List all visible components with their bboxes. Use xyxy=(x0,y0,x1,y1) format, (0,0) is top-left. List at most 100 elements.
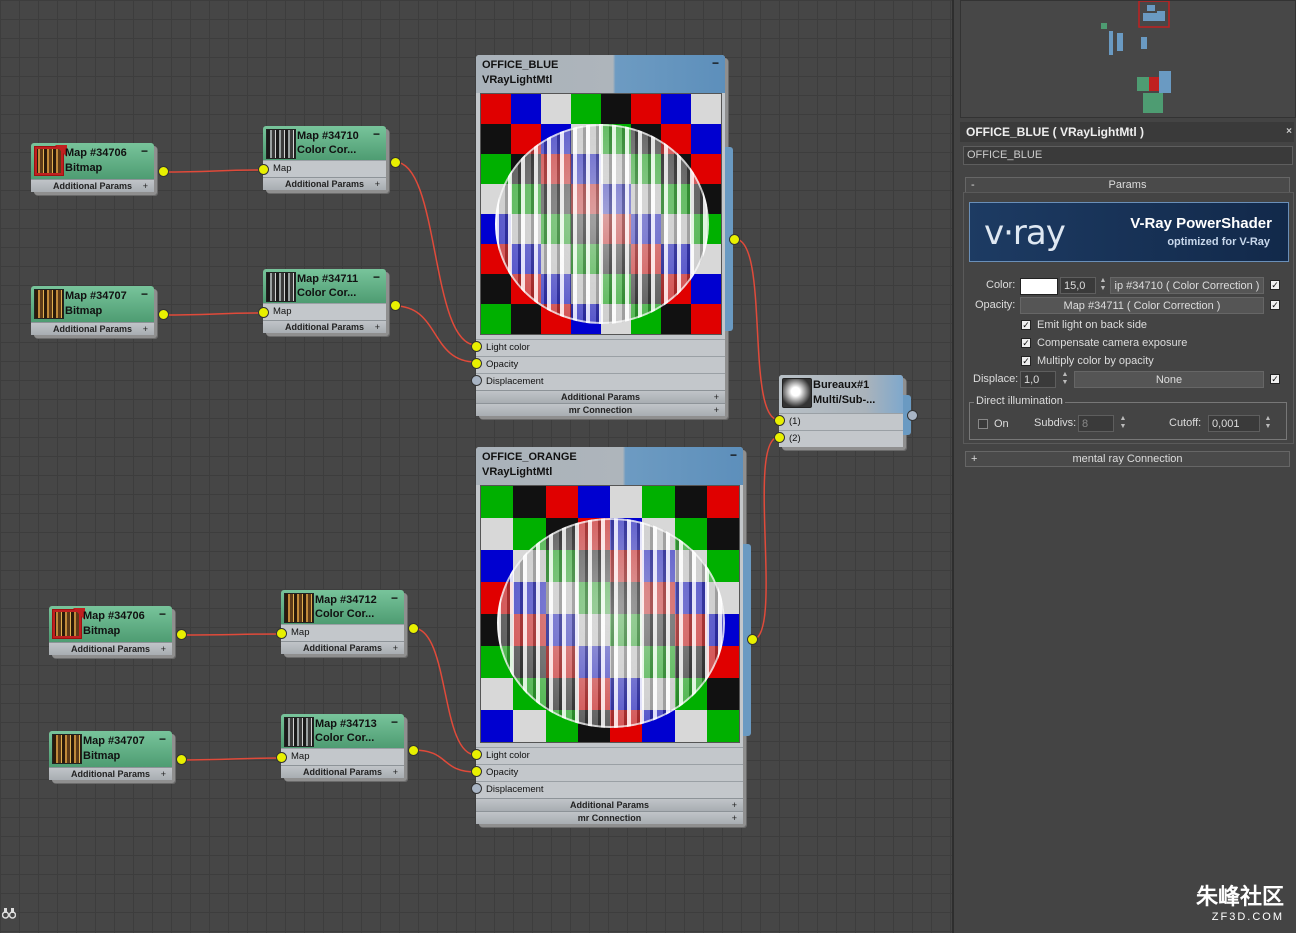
input-socket[interactable] xyxy=(276,752,287,763)
node-header[interactable]: Map #34707 Bitmap − xyxy=(31,286,154,322)
displace-map-enable-checkbox[interactable]: ✓ xyxy=(1270,374,1280,384)
collapse-icon[interactable]: − xyxy=(141,287,148,301)
light-color-slot[interactable]: Light color xyxy=(476,339,725,356)
multi-sub-material-node[interactable]: Bureaux#1 Multi/Sub-... (1) (2) xyxy=(774,375,918,447)
node-header[interactable]: OFFICE_BLUE VRayLightMtl − xyxy=(476,55,725,93)
color-multiplier-spinner[interactable]: ▲ ▼ xyxy=(1098,277,1108,294)
multiply-by-opacity-checkbox[interactable]: ✓ xyxy=(1021,356,1031,366)
expand-icon[interactable]: + xyxy=(161,643,166,655)
additional-params-rollout[interactable]: Additional Params + xyxy=(281,641,404,654)
collapse-icon[interactable]: − xyxy=(159,732,166,746)
node-header[interactable]: Map #34713 Color Cor... − xyxy=(281,714,404,748)
collapse-icon[interactable]: − xyxy=(141,144,148,158)
opacity-map-enable-checkbox[interactable]: ✓ xyxy=(1270,300,1280,310)
expand-icon[interactable]: + xyxy=(393,642,398,654)
subdivs-field[interactable]: 8 xyxy=(1078,415,1114,432)
material-name-field[interactable]: OFFICE_BLUE xyxy=(963,146,1293,165)
additional-params-rollout[interactable]: Additional Params + xyxy=(263,320,386,333)
opacity-map-button[interactable]: Map #34711 ( Color Correction ) xyxy=(1020,297,1264,314)
additional-params-rollout[interactable]: Additional Params + xyxy=(49,642,172,655)
expand-icon[interactable]: + xyxy=(375,321,380,333)
color-swatch[interactable] xyxy=(1020,278,1058,295)
node-header[interactable]: Map #34711 Color Cor... − xyxy=(263,269,386,303)
map-node-bitmap[interactable]: Map #34707 Bitmap − Additional Params + xyxy=(49,731,187,780)
cutoff-field[interactable]: 0,001 xyxy=(1208,415,1260,432)
additional-params-rollout[interactable]: Additional Params + xyxy=(476,390,725,403)
additional-params-rollout[interactable]: Additional Params + xyxy=(281,765,404,778)
input-socket[interactable] xyxy=(258,164,269,175)
output-socket[interactable] xyxy=(390,300,401,311)
expand-icon[interactable]: + xyxy=(143,180,148,192)
expand-icon[interactable]: + xyxy=(714,404,719,416)
collapse-icon[interactable]: − xyxy=(373,270,380,284)
direct-on-checkbox[interactable] xyxy=(978,419,988,429)
collapse-icon[interactable]: - xyxy=(971,178,975,192)
node-header[interactable]: Bureaux#1 Multi/Sub-... xyxy=(779,375,903,413)
sub-material-slot-2[interactable]: (2) xyxy=(779,430,903,447)
collapse-icon[interactable]: − xyxy=(391,591,398,605)
expand-icon[interactable]: + xyxy=(393,766,398,778)
output-socket[interactable] xyxy=(747,634,758,645)
opacity-slot[interactable]: Opacity xyxy=(476,764,743,781)
additional-params-rollout[interactable]: Additional Params + xyxy=(49,767,172,780)
input-socket[interactable] xyxy=(276,628,287,639)
input-socket[interactable] xyxy=(471,375,482,386)
output-socket[interactable] xyxy=(390,157,401,168)
map-node-bitmap[interactable]: Map #34706 Bitmap − Additional Params + xyxy=(31,143,169,192)
params-rollout[interactable]: - Params xyxy=(965,177,1290,193)
output-socket[interactable] xyxy=(158,166,169,177)
expand-icon[interactable]: + xyxy=(714,391,719,403)
displacement-slot[interactable]: Displacement xyxy=(476,781,743,798)
node-header[interactable]: Map #34706 Bitmap − xyxy=(49,606,172,642)
subdivs-spinner[interactable]: ▲ ▼ xyxy=(1118,415,1128,432)
binoculars-icon[interactable] xyxy=(1,906,17,920)
map-node-color-correction[interactable]: Map #34712 Color Cor... − Map Additional… xyxy=(276,590,419,654)
node-header[interactable]: OFFICE_ORANGE VRayLightMtl − xyxy=(476,447,743,485)
collapse-icon[interactable]: − xyxy=(730,448,737,462)
displace-map-button[interactable]: None xyxy=(1074,371,1264,388)
map-input-slot[interactable]: Map xyxy=(281,624,404,641)
opacity-slot[interactable]: Opacity xyxy=(476,356,725,373)
additional-params-rollout[interactable]: Additional Params + xyxy=(31,179,154,192)
map-node-color-correction[interactable]: Map #34711 Color Cor... − Map Additional… xyxy=(258,269,401,333)
displace-amount-field[interactable]: 1,0 xyxy=(1020,371,1056,388)
expand-icon[interactable]: + xyxy=(143,323,148,335)
output-socket[interactable] xyxy=(158,309,169,320)
output-socket[interactable] xyxy=(907,410,918,421)
output-socket[interactable] xyxy=(729,234,740,245)
light-color-slot[interactable]: Light color xyxy=(476,747,743,764)
input-socket[interactable] xyxy=(471,783,482,794)
map-input-slot[interactable]: Map xyxy=(263,160,386,177)
sub-material-slot-1[interactable]: (1) xyxy=(779,413,903,430)
node-header[interactable]: Map #34707 Bitmap − xyxy=(49,731,172,767)
map-input-slot[interactable]: Map xyxy=(263,303,386,320)
mental-ray-connection-rollout[interactable]: + mental ray Connection xyxy=(965,451,1290,467)
collapse-icon[interactable]: − xyxy=(373,127,380,141)
material-node-office-blue[interactable]: OFFICE_BLUE VRayLightMtl − Light color O… xyxy=(471,55,740,416)
color-multiplier-field[interactable]: 15,0 xyxy=(1060,277,1096,294)
input-socket[interactable] xyxy=(774,415,785,426)
output-socket[interactable] xyxy=(176,754,187,765)
input-socket[interactable] xyxy=(471,358,482,369)
map-input-slot[interactable]: Map xyxy=(281,748,404,765)
output-socket[interactable] xyxy=(408,623,419,634)
input-socket[interactable] xyxy=(471,341,482,352)
expand-icon[interactable]: + xyxy=(375,178,380,190)
displacement-slot[interactable]: Displacement xyxy=(476,373,725,390)
input-socket[interactable] xyxy=(471,749,482,760)
node-graph-canvas[interactable]: Map #34706 Bitmap − Additional Params + M… xyxy=(0,0,952,933)
map-node-color-correction[interactable]: Map #34710 Color Cor... − Map Additional… xyxy=(258,126,401,190)
close-icon[interactable]: × xyxy=(1286,122,1292,142)
output-socket[interactable] xyxy=(176,629,187,640)
additional-params-rollout[interactable]: Additional Params + xyxy=(31,322,154,335)
additional-params-rollout[interactable]: Additional Params + xyxy=(263,177,386,190)
emit-back-side-checkbox[interactable]: ✓ xyxy=(1021,320,1031,330)
map-node-color-correction[interactable]: Map #34713 Color Cor... − Map Additional… xyxy=(276,714,419,778)
input-socket[interactable] xyxy=(471,766,482,777)
color-map-enable-checkbox[interactable]: ✓ xyxy=(1270,280,1280,290)
expand-icon[interactable]: + xyxy=(732,799,737,811)
compensate-exposure-checkbox[interactable]: ✓ xyxy=(1021,338,1031,348)
input-socket[interactable] xyxy=(258,307,269,318)
expand-icon[interactable]: + xyxy=(732,812,737,824)
mr-connection-rollout[interactable]: mr Connection + xyxy=(476,811,743,824)
